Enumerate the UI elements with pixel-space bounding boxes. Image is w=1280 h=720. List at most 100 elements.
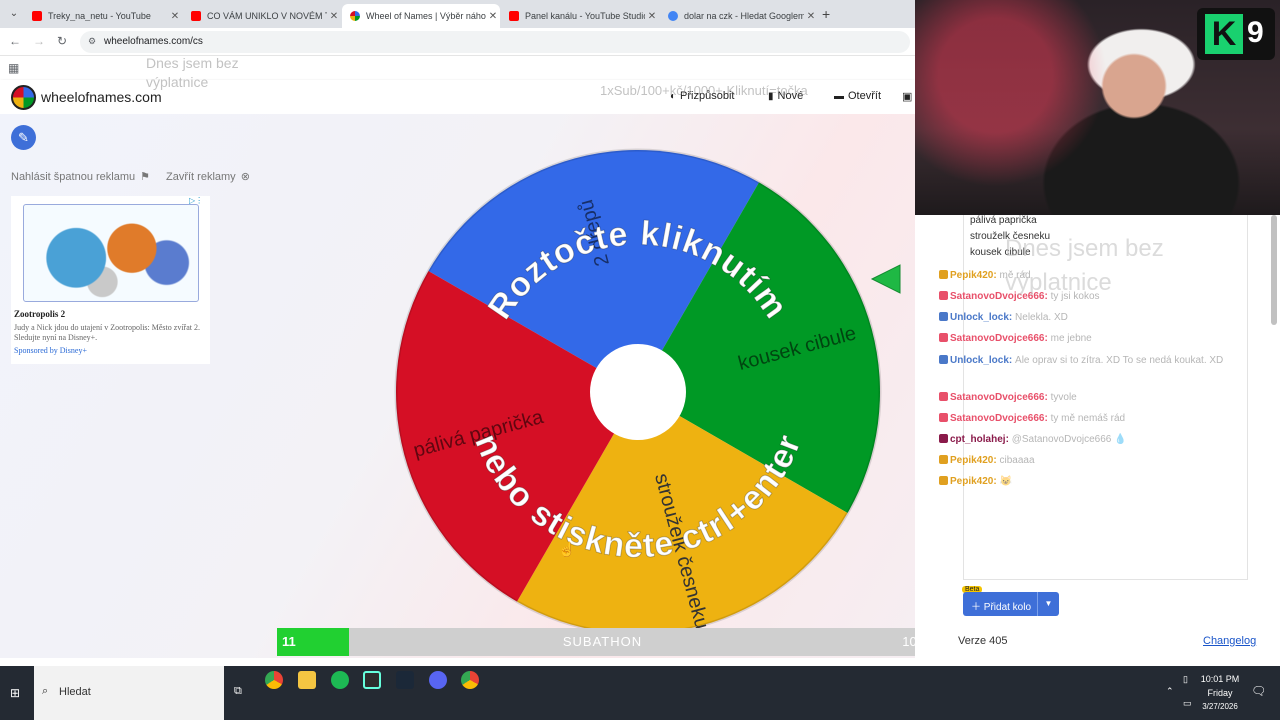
open-button[interactable]: ▬ Otevřít — [834, 90, 881, 102]
chat-badge-icon — [939, 413, 948, 422]
tab-title: Wheel of Names | Výběr náhod — [366, 11, 486, 21]
chat-message: Pepik420: cibaaaa — [939, 450, 1249, 471]
chat-badge-icon — [939, 312, 948, 321]
tab-google-search[interactable]: dolar na czk - Hledat Googlem ✕ — [660, 4, 818, 28]
report-ad-link[interactable]: Nahlásit špatnou reklamu ⚑ — [11, 170, 150, 184]
subathon-bar: 11 SUBATHON 100 — [277, 628, 928, 656]
discord-icon[interactable] — [429, 671, 447, 689]
chat-username: Pepik420: — [950, 455, 997, 466]
overlay-right-line1: Dnes jsem bez — [1005, 235, 1164, 262]
spotify-icon[interactable] — [331, 671, 349, 689]
wheel-page: ✎ Nahlásit špatnou reklamu ⚑ Zavřít rekla… — [0, 55, 915, 658]
chat-badge-icon — [939, 392, 948, 401]
chevron-down-icon[interactable]: ▼ — [1037, 592, 1059, 616]
ad-card[interactable]: ▷⋮ Zootropolis 2 Judy a Nick jdou do uta… — [11, 196, 210, 364]
tray-chevron-up-icon[interactable]: ⌃ — [1166, 686, 1174, 697]
hand-cursor-icon: ☝ — [558, 541, 576, 557]
report-ad-label: Nahlásit špatnou reklamu — [11, 170, 136, 183]
folder-icon: ▬ — [834, 90, 844, 102]
site-info-icon[interactable]: ⚙ — [88, 36, 96, 47]
battery-icon[interactable]: ▯ — [1183, 674, 1188, 685]
bookmarks-bar: ▦ — [0, 56, 915, 80]
network-icon[interactable]: ▭ — [1183, 698, 1192, 709]
youtube-icon — [32, 11, 42, 21]
clock-day[interactable]: Friday — [1196, 688, 1244, 698]
steam-icon[interactable] — [396, 671, 414, 689]
close-circle-icon: ⊗ — [240, 171, 250, 183]
chrome-icon[interactable] — [265, 671, 283, 689]
search-icon: ⌕ — [42, 685, 49, 697]
chat-username: SatanovoDvojce666: — [950, 333, 1048, 344]
reload-icon[interactable]: ↻ — [57, 34, 67, 48]
back-icon[interactable]: ← — [9, 34, 21, 48]
task-view-icon[interactable]: ⧉ — [234, 685, 242, 698]
spin-wheel[interactable]: 2 dřepů kousek cibule strouželk česneku pál… — [392, 146, 884, 638]
stream-overlay-right: Dnes jsem bez výplatnice — [1005, 232, 1164, 300]
tab-wheel-of-names[interactable]: Wheel of Names | Výběr náhod ✕ — [342, 4, 500, 28]
add-wheel-button[interactable]: ＋ Přidat kolo ▼ — [963, 592, 1059, 616]
google-icon — [668, 11, 678, 21]
close-tab-icon[interactable]: ✕ — [486, 11, 500, 22]
close-tab-icon[interactable]: ✕ — [327, 11, 341, 22]
close-ads-link[interactable]: Zavřít reklamy ⊗ — [166, 170, 250, 184]
taskbar-search[interactable]: ⌕ Hledat — [34, 666, 224, 720]
site-brand[interactable]: wheelofnames.com — [41, 89, 162, 105]
wheel-svg[interactable]: 2 dřepůkousek cibulestrouželk česnekupál… — [392, 146, 884, 638]
chat-text: me jebne — [1050, 333, 1092, 344]
chat-text: 😺 — [999, 476, 1012, 487]
close-ads-label: Zavřít reklamy — [166, 170, 236, 183]
adchoices-icon[interactable]: ▷⋮ — [189, 196, 203, 205]
edit-pencil-icon[interactable]: ✎ — [11, 125, 36, 150]
tab-search-icon[interactable]: ⌄ — [6, 6, 22, 22]
wheel-icon — [350, 11, 360, 21]
overlay-left-line1: Dnes jsem bez — [146, 55, 239, 71]
apps-grid-icon[interactable]: ▦ — [8, 61, 19, 75]
notifications-icon[interactable]: 🗨 — [1251, 684, 1266, 698]
chat-username: Unlock_lock: — [950, 355, 1013, 366]
chat-text: @SatanovoDvojce666 💧 — [1011, 434, 1127, 445]
tab-youtube-studio[interactable]: Panel kanálu - YouTube Studio ✕ — [501, 4, 659, 28]
flag-icon: ⚑ — [140, 171, 150, 183]
version-label: Verze 405 — [958, 635, 1008, 647]
close-tab-icon[interactable]: ✕ — [168, 11, 182, 22]
wheel-logo-icon[interactable] — [11, 85, 36, 110]
ad-title[interactable]: Zootropolis 2 — [14, 309, 65, 319]
tab-youtube-channel[interactable]: Treky_na_netu - YouTube ✕ — [24, 4, 182, 28]
file-explorer-icon[interactable] — [298, 671, 316, 689]
chrome-icon-2[interactable] — [461, 671, 479, 689]
channel-badge: K 9 — [1197, 8, 1275, 60]
chat-badge-icon — [939, 476, 948, 485]
ad-sponsor[interactable]: Sponsored by Disney+ — [14, 346, 87, 355]
windows-start-icon[interactable]: ⊞ — [10, 686, 20, 700]
chat-badge-icon — [939, 270, 948, 279]
close-tab-icon[interactable]: ✕ — [804, 11, 818, 22]
close-tab-icon[interactable]: ✕ — [645, 11, 659, 22]
tab-title: CO VÁM UNIKLO V NOVÉM TR — [207, 11, 327, 21]
chat-badge-icon — [939, 291, 948, 300]
youtube-icon — [191, 11, 201, 21]
chat-text: tyvole — [1050, 392, 1077, 403]
clock-date[interactable]: 3/27/2026 — [1196, 702, 1244, 711]
taskbar-search-text: Hledat — [59, 686, 91, 698]
save-icon[interactable]: ▣ — [902, 90, 912, 103]
streaming-app-icon[interactable] — [363, 671, 381, 689]
scrollbar[interactable] — [1271, 215, 1277, 325]
chat-badge-icon — [939, 333, 948, 342]
wheel-pointer-icon — [870, 264, 901, 294]
entry-item[interactable]: pálivá paprička — [970, 215, 1037, 226]
tab-title: Treky_na_netu - YouTube — [48, 11, 151, 21]
tab-youtube-video[interactable]: CO VÁM UNIKLO V NOVÉM TR ✕ — [183, 4, 341, 28]
wheel-center[interactable] — [590, 344, 686, 440]
badge-number: 9 — [1247, 16, 1264, 49]
chat-message: SatanovoDvojce666: ty mě nemáš rád — [939, 408, 1249, 429]
chat-text: cibaaaa — [999, 455, 1035, 466]
new-tab-icon[interactable]: + — [822, 6, 830, 22]
forward-icon[interactable]: → — [33, 34, 45, 48]
badge-letter: K — [1205, 14, 1243, 54]
ad-image[interactable] — [23, 204, 199, 302]
clock-time[interactable]: 10:01 PM — [1196, 674, 1244, 684]
chat-text: Ale oprav si to zítra. XD To se nedá kou… — [1015, 355, 1224, 366]
address-bar[interactable]: ⚙ wheelofnames.com/cs — [80, 31, 910, 53]
chat-badge-icon — [939, 434, 948, 443]
changelog-link[interactable]: Changelog — [1203, 635, 1256, 647]
